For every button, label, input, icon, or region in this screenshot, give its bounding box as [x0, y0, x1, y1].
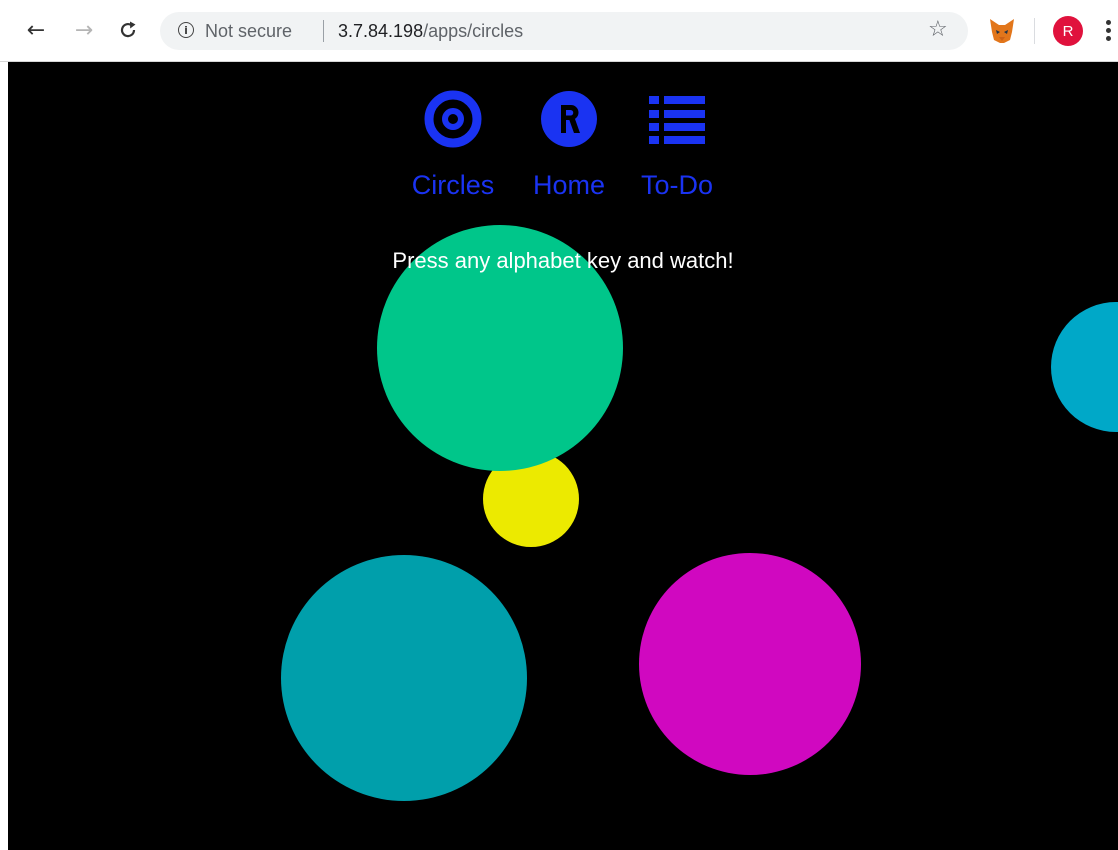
- url-host: 3.7.84.198: [338, 21, 424, 41]
- circle-magenta: [639, 553, 861, 775]
- url-path: /apps/circles: [423, 21, 524, 41]
- reload-icon: [120, 21, 136, 38]
- circle-cyan: [1051, 302, 1118, 432]
- profile-avatar[interactable]: R: [1053, 16, 1083, 46]
- forward-button[interactable]: →: [68, 14, 100, 46]
- arrow-right-icon: →: [74, 17, 94, 43]
- metamask-fox-icon[interactable]: [988, 18, 1016, 44]
- window-edge: [0, 0, 8, 850]
- instruction-text: Press any alphabet key and watch!: [392, 248, 734, 273]
- nav-todo[interactable]: To-Do: [627, 90, 727, 201]
- info-icon[interactable]: i: [178, 22, 194, 38]
- nav-circles-label: Circles: [411, 170, 495, 200]
- r-badge-icon: [541, 91, 597, 147]
- star-outline-icon[interactable]: ☆: [928, 17, 948, 42]
- target-circle-icon: [424, 90, 482, 148]
- nav-todo-label: To-Do: [640, 170, 714, 200]
- url-separator: [323, 20, 324, 42]
- address-bar[interactable]: i Not secure 3.7.84.198/apps/circles ☆: [160, 12, 968, 50]
- circle-teal: [281, 555, 527, 801]
- security-label[interactable]: Not secure: [205, 21, 292, 42]
- circles-app[interactable]: Circles Home To-Do Press any alphabet ke…: [8, 62, 1118, 850]
- arrow-left-icon: ←: [26, 17, 46, 43]
- reload-button[interactable]: [112, 14, 144, 46]
- url-text[interactable]: 3.7.84.198/apps/circles: [338, 21, 523, 42]
- browser-toolbar: ← → i Not secure 3.7.84.198/apps/circles…: [0, 0, 1118, 62]
- list-icon: [649, 96, 705, 144]
- nav-home[interactable]: Home: [519, 90, 619, 201]
- nav-circles[interactable]: Circles: [403, 90, 503, 201]
- toolbar-divider: [1034, 18, 1035, 44]
- nav-home-label: Home: [532, 170, 606, 200]
- back-button[interactable]: ←: [20, 14, 52, 46]
- vertical-dots-icon[interactable]: [1106, 20, 1112, 44]
